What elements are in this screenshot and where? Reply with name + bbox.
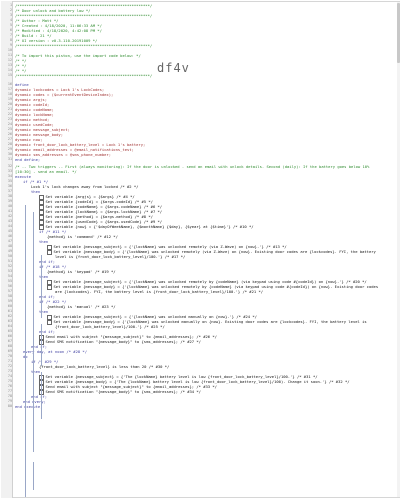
header-comment-line: /***************************************…: [15, 43, 152, 48]
code-text: /* To import this piston, use the import…: [15, 53, 141, 58]
code-text: end define;: [15, 157, 41, 162]
scrollbar[interactable]: [397, 2, 400, 497]
block-guide: [41, 255, 42, 318]
statement-checkbox[interactable]: [47, 249, 52, 255]
block-guide: [33, 462, 34, 490]
header-comment-line: /* To import this piston, use the import…: [15, 53, 141, 58]
code-text: Lock 1's lock changes away from locked /…: [31, 184, 139, 189]
block-line: end execute;: [15, 404, 42, 409]
statement-line: Set variable {now} = {'$dayOfWeekName}, …: [39, 224, 254, 230]
block-line: level is {front_door_lock_battery_level}…: [55, 254, 185, 259]
code-text: Set variable {now} = {'$dayOfWeekName}, …: [45, 224, 254, 229]
code-text: {front_door_lock_battery_level}/100.'} /…: [55, 324, 165, 329]
block-line: Lock 1's lock changes away from locked /…: [31, 184, 138, 189]
line-number: 15: [7, 73, 12, 77]
code-text: /***************************************…: [15, 43, 153, 48]
code-text: are {lockcodes}. FYI, the battery level …: [55, 289, 264, 294]
block-guide: [41, 372, 42, 419]
statement-checkbox[interactable]: [47, 284, 52, 290]
import-code: df4v: [157, 61, 190, 75]
line-number: 31: [7, 157, 12, 161]
block-line: {method} is 'manual' /* #23 */: [47, 304, 116, 309]
code-text: {method} is 'command' /* #12 */: [47, 234, 118, 239]
block-guide: [25, 205, 26, 497]
block-line: {front_door_lock_battery_level}/100.'} /…: [55, 324, 165, 329]
statement-line: Send SMS notification "{message_body}" t…: [39, 389, 201, 395]
code-text: {method} is 'manual' /* #23 */: [47, 304, 116, 309]
statement-checkbox[interactable]: [47, 319, 52, 325]
block-line: {method} is 'command' /* #12 */: [47, 234, 118, 239]
statement-line: Send SMS notification "{message_body}" t…: [39, 339, 201, 345]
code-text: end execute;: [15, 404, 43, 409]
code-text: Send SMS notification "{message_body}" t…: [45, 389, 201, 394]
block-line: {method} is 'keypad' /* #19 */: [47, 269, 116, 274]
code-text: /***************************************…: [15, 73, 153, 78]
block-line: {front_door_lock_battery_level} is less …: [39, 364, 169, 369]
code-text: {front_door_lock_battery_level} is less …: [39, 364, 170, 369]
block-guide: [33, 212, 34, 452]
define-line: end define;: [15, 157, 40, 162]
code-text: {method} is 'keypad' /* #19 */: [47, 269, 116, 274]
code-text: Send SMS notification "{message_body}" t…: [45, 339, 201, 344]
code-text: level is {front_door_lock_battery_level}…: [55, 254, 186, 259]
block-guide: [41, 324, 42, 366]
scrollbar-thumb[interactable]: [397, 3, 400, 63]
line-number: 80: [7, 404, 12, 408]
block-line: are {lockcodes}. FYI, the battery level …: [55, 289, 263, 294]
header-comment-line: /***************************************…: [15, 73, 152, 78]
